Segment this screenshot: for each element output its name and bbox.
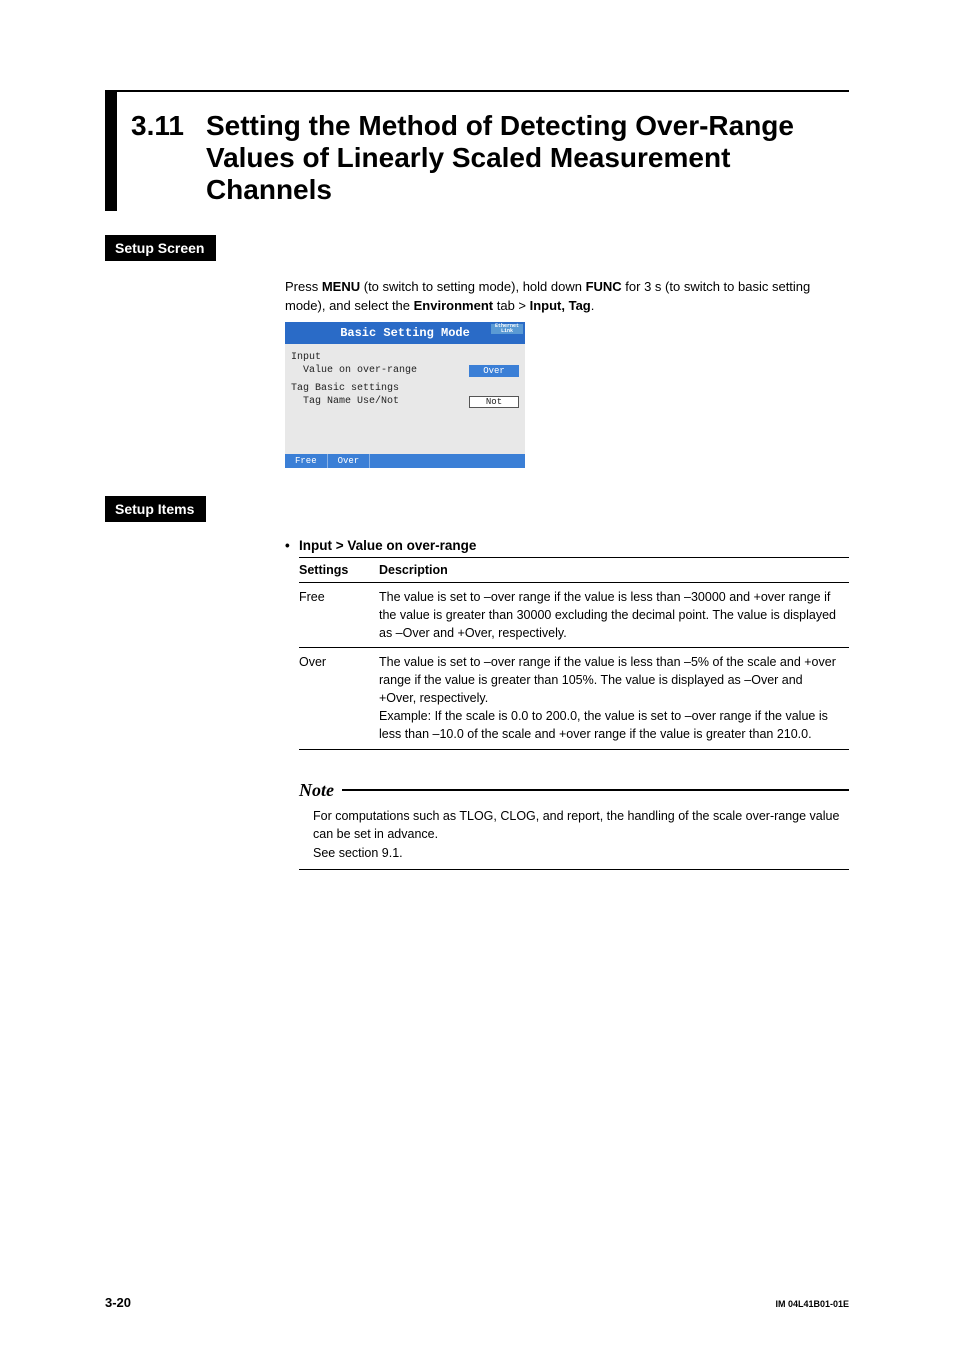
note-label: Note [299, 780, 334, 801]
note-rule [342, 789, 849, 791]
ethernet-link-badge: Ethernet Link [491, 324, 523, 334]
text: Press [285, 279, 322, 294]
text: (to switch to setting mode), hold down [360, 279, 585, 294]
cell-desc: The value is set to –over range if the v… [379, 647, 849, 749]
heading-accent-bar [105, 92, 117, 211]
settings-table: Settings Description Free The value is s… [299, 557, 849, 750]
bullet-icon: • [285, 538, 299, 553]
group-input: Input [291, 352, 519, 363]
row-label: Tag Name Use/Not [291, 396, 469, 407]
setup-screen-intro: Press MENU (to switch to setting mode), … [285, 277, 849, 316]
row-label: Value on over-range [291, 365, 469, 376]
note-line-1: For computations such as TLOG, CLOG, and… [313, 807, 849, 845]
page-number: 3-20 [105, 1295, 131, 1310]
setup-screen-label: Setup Screen [105, 235, 216, 261]
value-over-selected[interactable]: Over [469, 365, 519, 377]
note-line-2: See section 9.1. [313, 844, 849, 863]
value-not[interactable]: Not [469, 396, 519, 408]
note-block: Note For computations such as TLOG, CLOG… [299, 780, 849, 870]
th-settings: Settings [299, 557, 379, 582]
text: tab > [493, 298, 530, 313]
nav-input-tag: Input, Tag [530, 298, 591, 313]
section-number: 3.11 [131, 110, 184, 142]
kbd-func: FUNC [586, 279, 622, 294]
setup-items-content: • Input > Value on over-range Settings D… [285, 538, 849, 870]
setup-screen-content: Press MENU (to switch to setting mode), … [285, 277, 849, 468]
device-screenshot: Basic Setting Mode Ethernet Link Input V… [285, 322, 525, 468]
softkey-free[interactable]: Free [285, 454, 328, 468]
setup-items-label-row: Setup Items [105, 496, 849, 522]
table-row: Over The value is set to –over range if … [299, 647, 849, 749]
setup-items-label: Setup Items [105, 496, 206, 522]
row-value-on-over-range: Value on over-range Over [291, 365, 519, 377]
cell-setting: Over [299, 647, 379, 749]
cell-setting: Free [299, 582, 379, 647]
tab-environment: Environment [414, 298, 493, 313]
item-title: Input > Value on over-range [299, 538, 476, 553]
page: 3.11 Setting the Method of Detecting Ove… [0, 0, 954, 1350]
screenshot-footer: Free Over [285, 454, 525, 468]
group-tag-basic: Tag Basic settings [291, 383, 519, 394]
screenshot-titlebar: Basic Setting Mode Ethernet Link [285, 322, 525, 344]
softkey-over[interactable]: Over [328, 454, 371, 468]
note-body: For computations such as TLOG, CLOG, and… [299, 807, 849, 863]
cell-desc: The value is set to –over range if the v… [379, 582, 849, 647]
section-heading: 3.11 Setting the Method of Detecting Ove… [105, 90, 849, 207]
table-row: Free The value is set to –over range if … [299, 582, 849, 647]
screenshot-body: Input Value on over-range Over Tag Basic… [285, 344, 525, 454]
setup-screen-label-row: Setup Screen [105, 235, 849, 261]
kbd-menu: MENU [322, 279, 360, 294]
document-id: IM 04L41B01-01E [775, 1299, 849, 1309]
section-title: Setting the Method of Detecting Over-Ran… [206, 110, 849, 207]
screenshot-title: Basic Setting Mode [340, 326, 470, 340]
row-tag-name-use: Tag Name Use/Not Not [291, 396, 519, 408]
th-description: Description [379, 557, 849, 582]
note-heading: Note [299, 780, 849, 801]
text: . [591, 298, 595, 313]
page-footer: 3-20 IM 04L41B01-01E [105, 1295, 849, 1310]
item-heading: • Input > Value on over-range [285, 538, 849, 553]
